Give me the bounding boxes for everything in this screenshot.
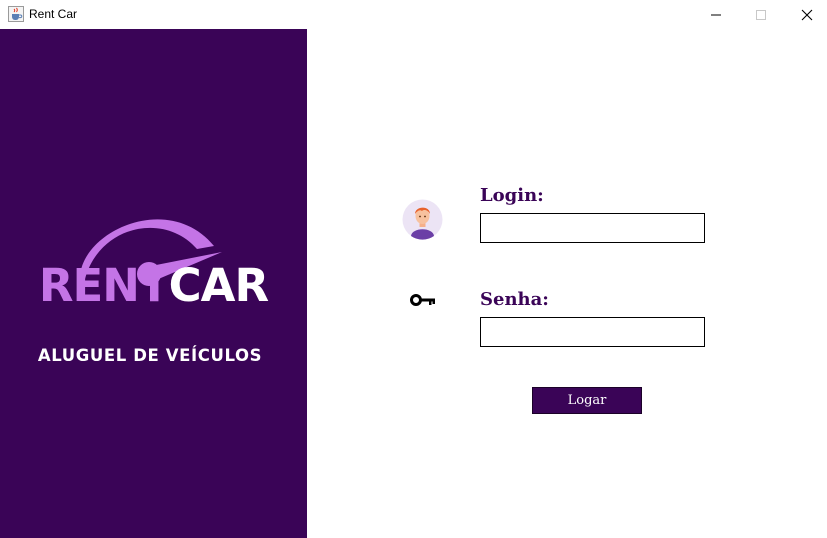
maximize-icon <box>756 9 766 20</box>
window-title: Rent Car <box>29 7 78 21</box>
close-icon <box>801 9 813 20</box>
login-label: Login: <box>480 185 544 206</box>
key-icon <box>410 294 435 306</box>
java-cup-icon <box>8 6 24 22</box>
login-button[interactable]: Logar <box>532 387 642 414</box>
close-button[interactable] <box>784 0 827 29</box>
brand-panel: RENTCAR ALUGUEL DE VEÍCULOS <box>0 29 307 538</box>
user-avatar-icon <box>402 199 443 240</box>
title-bar: Rent Car <box>0 0 827 29</box>
minimize-icon <box>711 14 721 15</box>
brand-tagline: ALUGUEL DE VEÍCULOS <box>37 346 263 365</box>
login-input[interactable] <box>480 213 705 243</box>
password-input[interactable] <box>480 317 705 347</box>
brand-name-rent: RENT <box>38 259 170 312</box>
brand-name: RENTCAR <box>0 261 307 311</box>
password-label: Senha: <box>480 289 549 310</box>
maximize-button[interactable] <box>738 0 784 29</box>
minimize-button[interactable] <box>693 0 739 29</box>
brand-name-car: CAR <box>168 259 270 312</box>
